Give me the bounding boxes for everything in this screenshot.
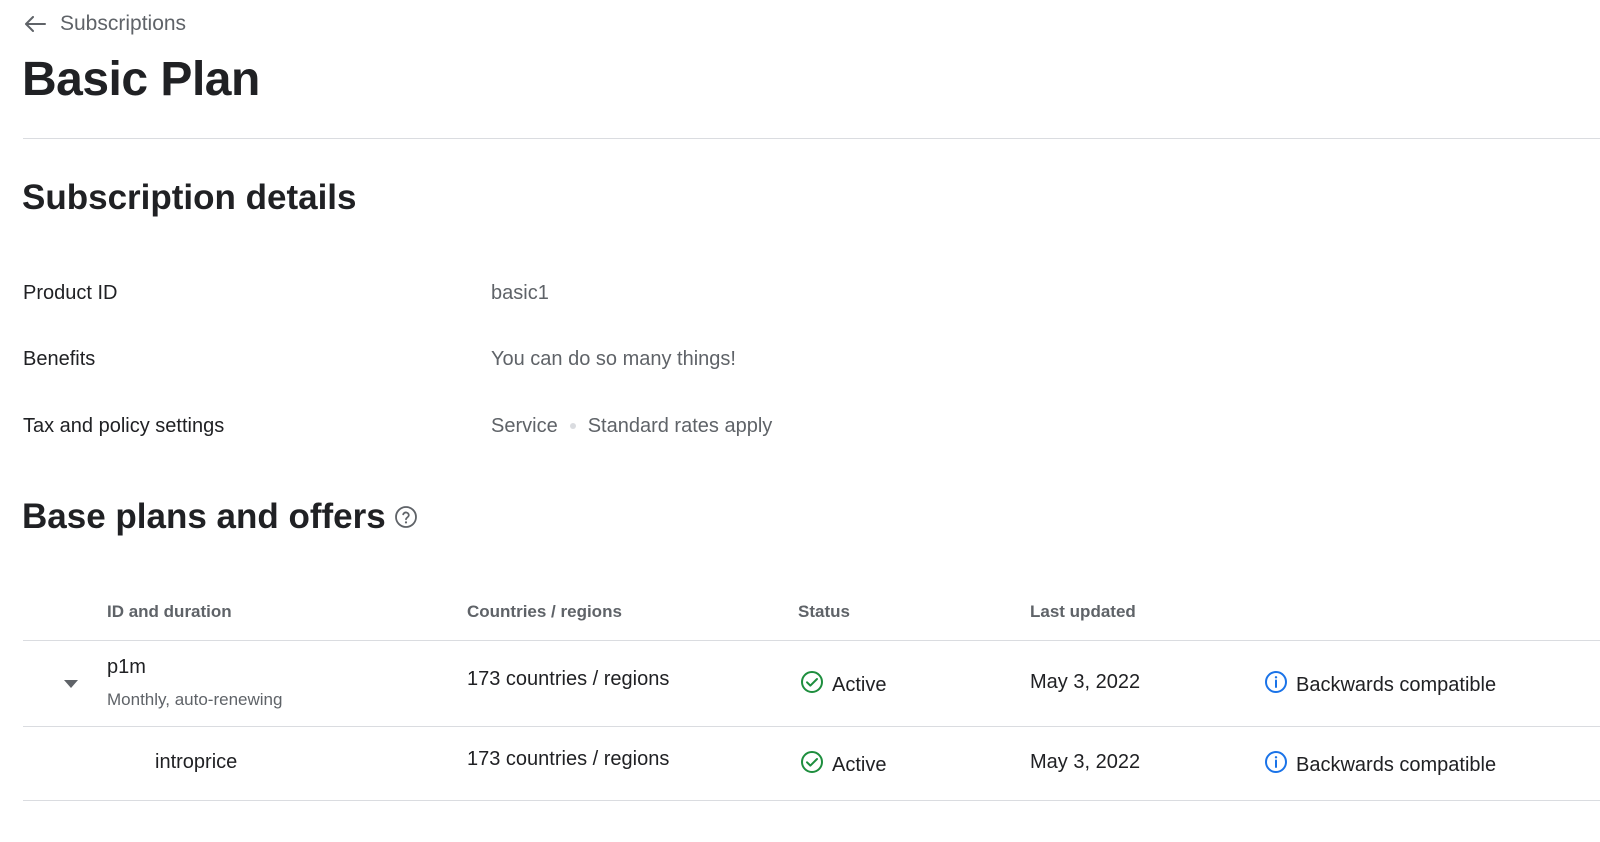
column-header-id[interactable]: ID and duration (107, 602, 232, 622)
base-plan-last-updated: May 3, 2022 (1030, 671, 1141, 693)
subscription-details-title: Subscription details (22, 178, 357, 218)
page: Subscriptions Basic Plan Subscription de… (0, 0, 1600, 842)
offer-last-updated: May 3, 2022 (1030, 751, 1141, 773)
offer-countries: 173 countries / regions (467, 748, 670, 770)
arrow-back-icon (24, 16, 46, 32)
table-bottom-divider (23, 800, 1600, 801)
tax-category: Service (491, 415, 558, 437)
column-header-last-updated[interactable]: Last updated (1030, 602, 1136, 622)
detail-label: Tax and policy settings (23, 415, 225, 437)
expand-row-icon[interactable] (60, 676, 82, 692)
detail-value: You can do so many things! (491, 348, 736, 370)
info-icon[interactable] (1264, 750, 1288, 780)
base-plan-countries: 173 countries / regions (467, 668, 670, 690)
header-divider (23, 138, 1600, 139)
base-plan-duration: Monthly, auto-renewing (107, 690, 283, 709)
detail-label: Benefits (23, 348, 96, 370)
base-plans-title: Base plans and offers (22, 497, 418, 537)
status-label: Active (832, 673, 887, 696)
compat-label: Backwards compatible (1296, 753, 1497, 776)
offer-compat: Backwards compatible (1264, 750, 1496, 780)
info-icon[interactable] (1264, 670, 1288, 700)
column-header-status[interactable]: Status (798, 602, 850, 622)
back-link-label: Subscriptions (60, 12, 187, 35)
tax-rate: Standard rates apply (587, 415, 773, 437)
check-circle-icon (800, 670, 824, 700)
table-header-divider (23, 640, 1600, 641)
base-plan-compat: Backwards compatible (1264, 670, 1496, 700)
help-circle-icon[interactable] (394, 505, 418, 529)
column-header-countries[interactable]: Countries / regions (467, 602, 622, 622)
offer-status: Active (800, 750, 886, 780)
offer-id: introprice (155, 751, 238, 773)
detail-value: basic1 (491, 282, 549, 304)
detail-value: Service Standard rates apply (491, 414, 772, 438)
table-row-divider (23, 726, 1600, 727)
detail-label: Product ID (23, 282, 118, 304)
back-link[interactable]: Subscriptions (24, 12, 186, 36)
detail-row-benefits: Benefits You can do so many things! (23, 347, 736, 371)
detail-row-tax-policy: Tax and policy settings Service Standard… (23, 414, 772, 438)
page-title: Basic Plan (22, 53, 260, 106)
detail-row-product-id: Product ID basic1 (23, 281, 549, 305)
base-plans-title-text: Base plans and offers (22, 497, 386, 536)
subscription-details-title-text: Subscription details (22, 178, 357, 217)
base-plan-id: p1m (107, 656, 146, 678)
separator-dot (569, 423, 576, 429)
check-circle-icon (800, 750, 824, 780)
base-plan-status: Active (800, 670, 886, 700)
status-label: Active (832, 753, 887, 776)
compat-label: Backwards compatible (1296, 673, 1497, 696)
